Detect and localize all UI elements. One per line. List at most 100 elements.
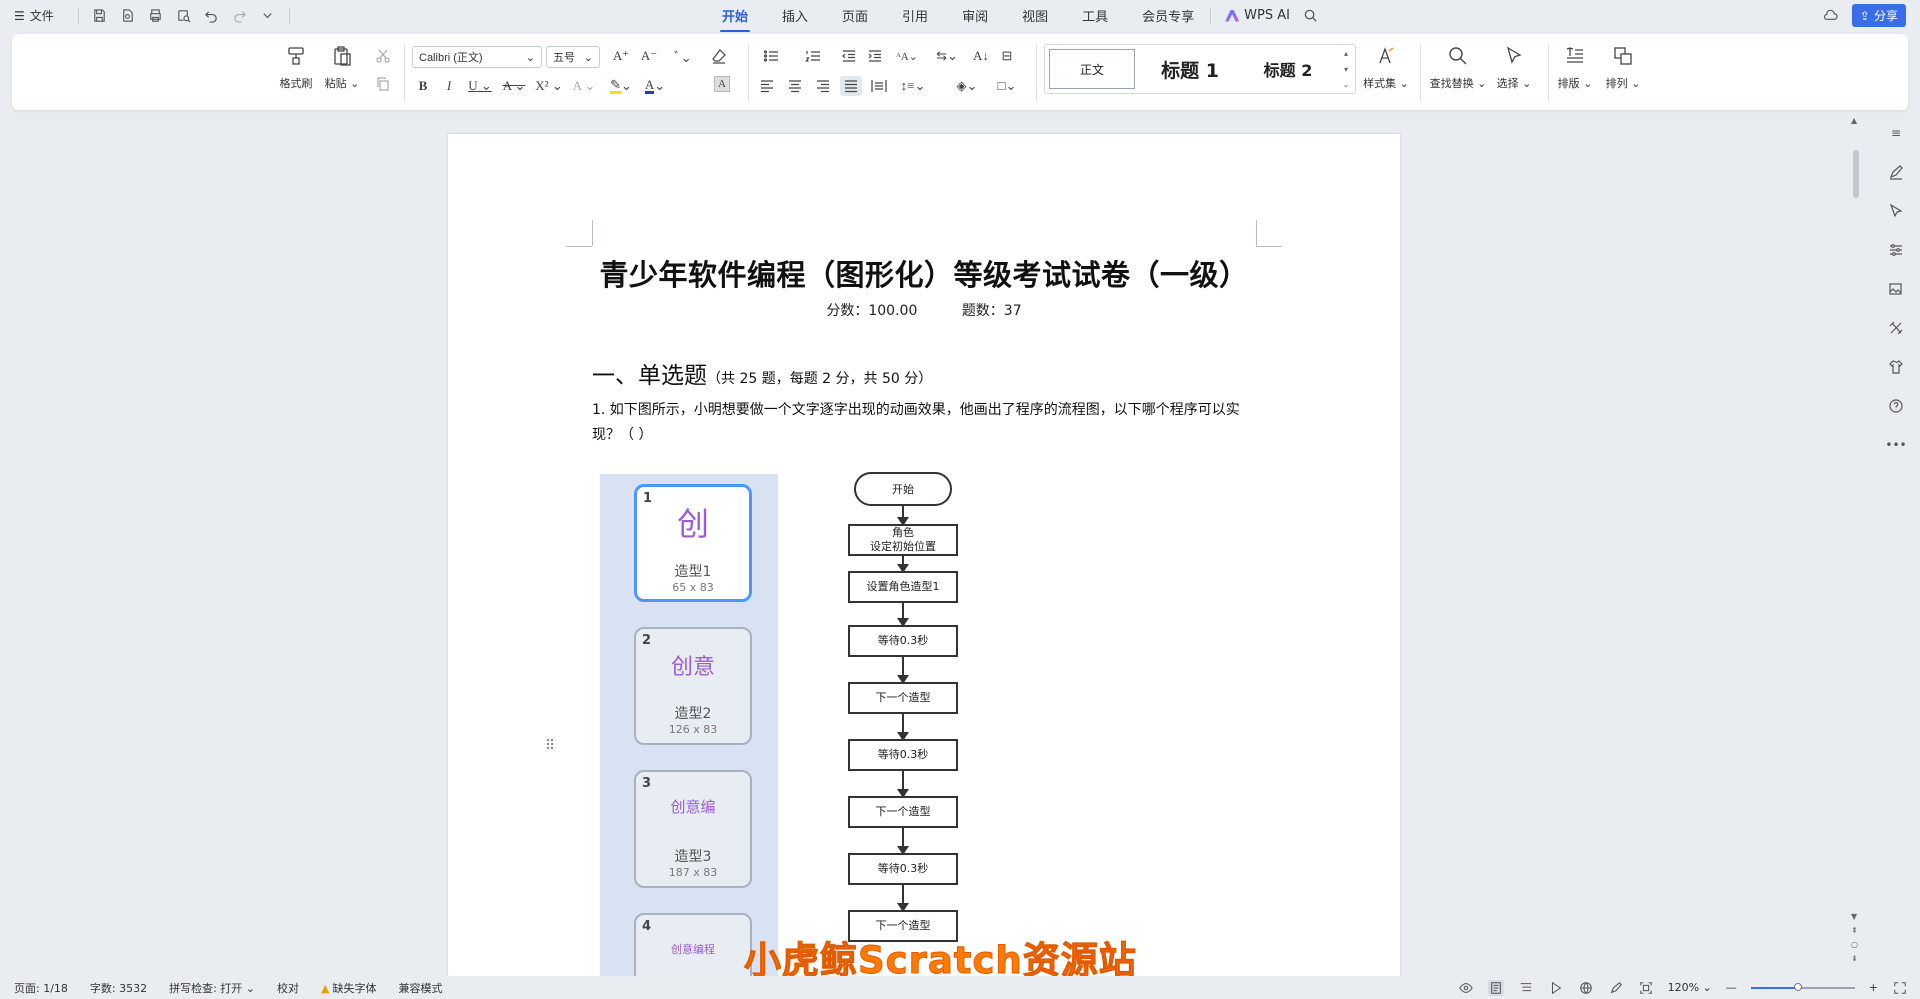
word-count[interactable]: 字数: 3532	[90, 980, 147, 996]
underline-icon[interactable]: U ⌄	[466, 76, 494, 96]
pen-icon[interactable]	[1608, 980, 1624, 996]
tab-references[interactable]: 引用	[900, 2, 930, 29]
redo-icon[interactable]	[229, 5, 251, 27]
proofread[interactable]: 校对	[277, 980, 299, 996]
zoom-out-button[interactable]: —	[1726, 981, 1737, 994]
styles-scroll[interactable]: ▴ ▾ ⌄	[1341, 49, 1351, 89]
chevron-up-icon[interactable]: ▲	[1851, 116, 1857, 125]
decrease-indent-icon[interactable]	[838, 46, 860, 66]
document-page[interactable]: 青少年软件编程（图形化）等级考试试卷（一级） 分数：100.00 题数：37 一…	[448, 134, 1400, 999]
shading-icon[interactable]: ◈⌄	[952, 76, 982, 96]
phonetic-guide-icon[interactable]: ﾞ⌄	[668, 46, 698, 66]
more-icon[interactable]: •••	[1885, 434, 1907, 456]
scrollbar-thumb[interactable]	[1853, 150, 1859, 198]
superscript-icon[interactable]: X² ⌄	[534, 76, 564, 96]
zoom-slider-knob[interactable]	[1793, 982, 1802, 991]
copy-icon[interactable]	[372, 74, 394, 94]
tab-member[interactable]: 会员专享	[1140, 2, 1196, 29]
font-color-icon[interactable]: A ⌄	[640, 76, 670, 96]
tab-review[interactable]: 审阅	[960, 2, 990, 29]
tools-icon[interactable]	[1885, 317, 1907, 339]
shirt-icon[interactable]	[1885, 356, 1907, 378]
next-page-icon[interactable]: ⇟	[1851, 954, 1858, 963]
chevron-down-icon[interactable]: ▼	[1851, 912, 1857, 921]
bullet-list-icon[interactable]	[756, 46, 786, 66]
paste-button[interactable]: 粘贴 ⌄	[320, 38, 364, 91]
tab-home[interactable]: 开始	[720, 2, 751, 32]
edit-pen-icon[interactable]	[1885, 161, 1907, 183]
zoom-in-button[interactable]: +	[1869, 981, 1878, 994]
wps-ai-button[interactable]: WPS AI	[1225, 8, 1290, 23]
file-menu[interactable]: ☰ 文件	[14, 7, 54, 24]
page-count[interactable]: 页面: 1/18	[14, 980, 68, 996]
tab-insert[interactable]: 插入	[780, 2, 810, 29]
sliders-icon[interactable]	[1885, 239, 1907, 261]
justify-icon[interactable]	[840, 76, 862, 96]
format-painter-button[interactable]: 格式刷	[274, 38, 318, 91]
drag-handle-icon[interactable]: ⠿	[545, 738, 555, 754]
undo-icon[interactable]	[201, 5, 223, 27]
border-icon[interactable]: □⌄	[992, 76, 1022, 96]
page-view-icon[interactable]	[1487, 979, 1504, 996]
align-right-icon[interactable]	[812, 76, 834, 96]
layout-button[interactable]: 排版 ⌄	[1552, 38, 1598, 91]
spell-check[interactable]: 拼写检查: 打开 ⌄	[169, 980, 255, 996]
image-edit-icon[interactable]	[1885, 278, 1907, 300]
strikethrough-icon[interactable]: A ⌄	[500, 76, 528, 96]
collapse-icon[interactable]: ≡	[1885, 122, 1907, 144]
cloud-icon[interactable]	[1820, 5, 1842, 27]
fit-page-icon[interactable]	[1638, 980, 1654, 996]
text-direction-icon[interactable]: ⇆⌄	[932, 46, 962, 66]
shrink-font-icon[interactable]: A⁻	[638, 46, 660, 66]
line-spacing-icon[interactable]: ↕≡⌄	[898, 76, 928, 96]
zoom-level[interactable]: 120% ⌄	[1668, 981, 1712, 994]
print-preview-icon[interactable]	[173, 5, 195, 27]
style-normal[interactable]: 正文	[1049, 49, 1135, 89]
outline-view-icon[interactable]	[1518, 980, 1534, 996]
italic-icon[interactable]: I	[438, 76, 460, 96]
help-icon[interactable]	[1885, 395, 1907, 417]
prev-page-icon[interactable]: ⇞	[1851, 926, 1858, 935]
tab-view[interactable]: 视图	[1020, 2, 1050, 29]
font-size-select[interactable]: 五号 ⌄	[546, 46, 600, 68]
cut-icon[interactable]	[372, 46, 394, 66]
print-icon[interactable]	[145, 5, 167, 27]
web-view-icon[interactable]	[1578, 980, 1594, 996]
increase-indent-icon[interactable]	[864, 46, 886, 66]
grow-font-icon[interactable]: A⁺	[610, 46, 632, 66]
eye-icon[interactable]	[1458, 980, 1474, 996]
highlight-icon[interactable]: ✎ ⌄	[606, 76, 636, 96]
distribute-icon[interactable]	[868, 76, 890, 96]
missing-font[interactable]: ▲ 缺失字体	[321, 980, 376, 996]
align-left-icon[interactable]	[756, 76, 778, 96]
sort-icon[interactable]: A↓	[970, 46, 992, 66]
save-icon[interactable]	[89, 5, 111, 27]
bold-icon[interactable]: B	[412, 76, 434, 96]
numbered-list-icon[interactable]	[798, 46, 828, 66]
show-marks-icon[interactable]: ⊟	[996, 46, 1018, 66]
fullscreen-icon[interactable]	[1892, 980, 1908, 996]
zoom-slider[interactable]	[1750, 982, 1855, 991]
cursor-icon[interactable]	[1885, 200, 1907, 222]
clear-format-icon[interactable]	[708, 46, 730, 66]
arrange-button[interactable]: 排列 ⌄	[1600, 38, 1646, 91]
tab-tools[interactable]: 工具	[1080, 2, 1110, 29]
find-replace-button[interactable]: 查找替换 ⌄	[1426, 38, 1490, 91]
font-name-select[interactable]: Calibri (正文) ⌄	[412, 46, 542, 68]
chevron-down-icon[interactable]	[257, 5, 279, 27]
text-effect-icon[interactable]: A ⌄	[570, 76, 598, 96]
select-browse-icon[interactable]: ○	[1851, 940, 1858, 949]
share-button[interactable]: ⇪ 分享	[1851, 4, 1906, 27]
tab-page[interactable]: 页面	[840, 2, 870, 29]
change-case-icon[interactable]: ᴬA⌄	[892, 46, 922, 66]
vertical-scrollbar[interactable]: ▲ ▼ ⇞ ○ ⇟	[1850, 116, 1862, 976]
style-set-button[interactable]: 样式集 ⌄	[1358, 38, 1414, 91]
play-icon[interactable]	[1548, 980, 1564, 996]
style-heading-1[interactable]: 标题 1	[1145, 49, 1235, 89]
search-icon[interactable]	[1300, 5, 1322, 27]
export-icon[interactable]	[117, 5, 139, 27]
align-center-icon[interactable]	[784, 76, 806, 96]
select-button[interactable]: 选择 ⌄	[1490, 38, 1538, 91]
style-heading-2[interactable]: 标题 2	[1243, 49, 1333, 89]
char-shading-icon[interactable]: A	[714, 76, 730, 92]
